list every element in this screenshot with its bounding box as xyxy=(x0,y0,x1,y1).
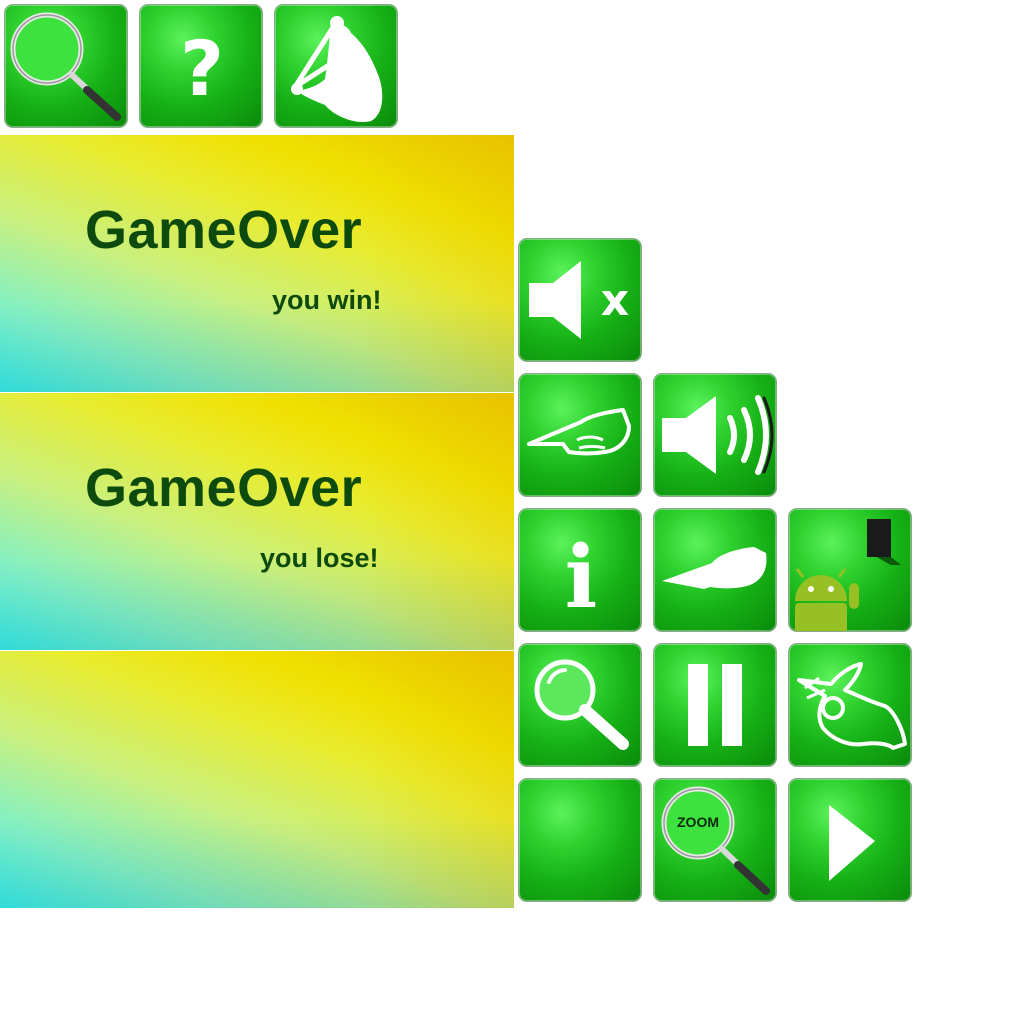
android-exit-icon xyxy=(795,519,901,631)
magnifier-icon xyxy=(534,659,629,750)
lose-subtitle: you lose! xyxy=(260,543,379,573)
blank-icon xyxy=(519,779,642,902)
win-banner: GameOver you win! xyxy=(0,135,514,392)
ok-hand-button[interactable] xyxy=(788,643,912,767)
mute-button[interactable]: x xyxy=(518,238,642,362)
pointer-outline-button[interactable] xyxy=(518,373,642,497)
sound-mute-icon: x xyxy=(529,261,629,339)
zoom-button[interactable]: ZOOM xyxy=(653,778,777,902)
android-robot-icon xyxy=(795,568,859,631)
info-button[interactable]: i xyxy=(518,508,642,632)
pointing-hand-left-icon xyxy=(527,408,631,456)
help-button[interactable]: ? xyxy=(139,4,263,128)
pointer-solid-button[interactable] xyxy=(653,508,777,632)
android-exit-button[interactable] xyxy=(788,508,912,632)
zoom-label: ZOOM xyxy=(677,814,719,830)
play-icon xyxy=(829,805,875,881)
ok-hand-icon xyxy=(797,662,907,750)
search-icon xyxy=(10,12,121,121)
pointing-hand-solid-icon xyxy=(662,547,767,589)
info-glyph: i xyxy=(565,527,598,628)
play-button[interactable] xyxy=(788,778,912,902)
sound-on-button[interactable] xyxy=(653,373,777,497)
info-icon: i xyxy=(565,527,598,628)
zoom-icon: ZOOM xyxy=(661,786,770,895)
help-icon: ? xyxy=(180,24,224,113)
mute-x-glyph: x xyxy=(601,275,629,326)
lose-title: GameOver xyxy=(85,458,363,518)
pause-icon xyxy=(688,664,742,746)
help-glyph: ? xyxy=(180,24,224,113)
win-title: GameOver xyxy=(85,200,363,260)
lose-banner: GameOver you lose! xyxy=(0,393,514,650)
sound-on-icon xyxy=(662,395,774,475)
empty-banner xyxy=(0,651,514,908)
grab-button[interactable] xyxy=(274,4,398,128)
blank-button[interactable] xyxy=(518,778,642,902)
search-button[interactable] xyxy=(4,4,128,128)
win-subtitle: you win! xyxy=(272,285,382,315)
pause-button[interactable] xyxy=(653,643,777,767)
grab-hand-icon xyxy=(291,16,383,123)
magnifier-button[interactable] xyxy=(518,643,642,767)
